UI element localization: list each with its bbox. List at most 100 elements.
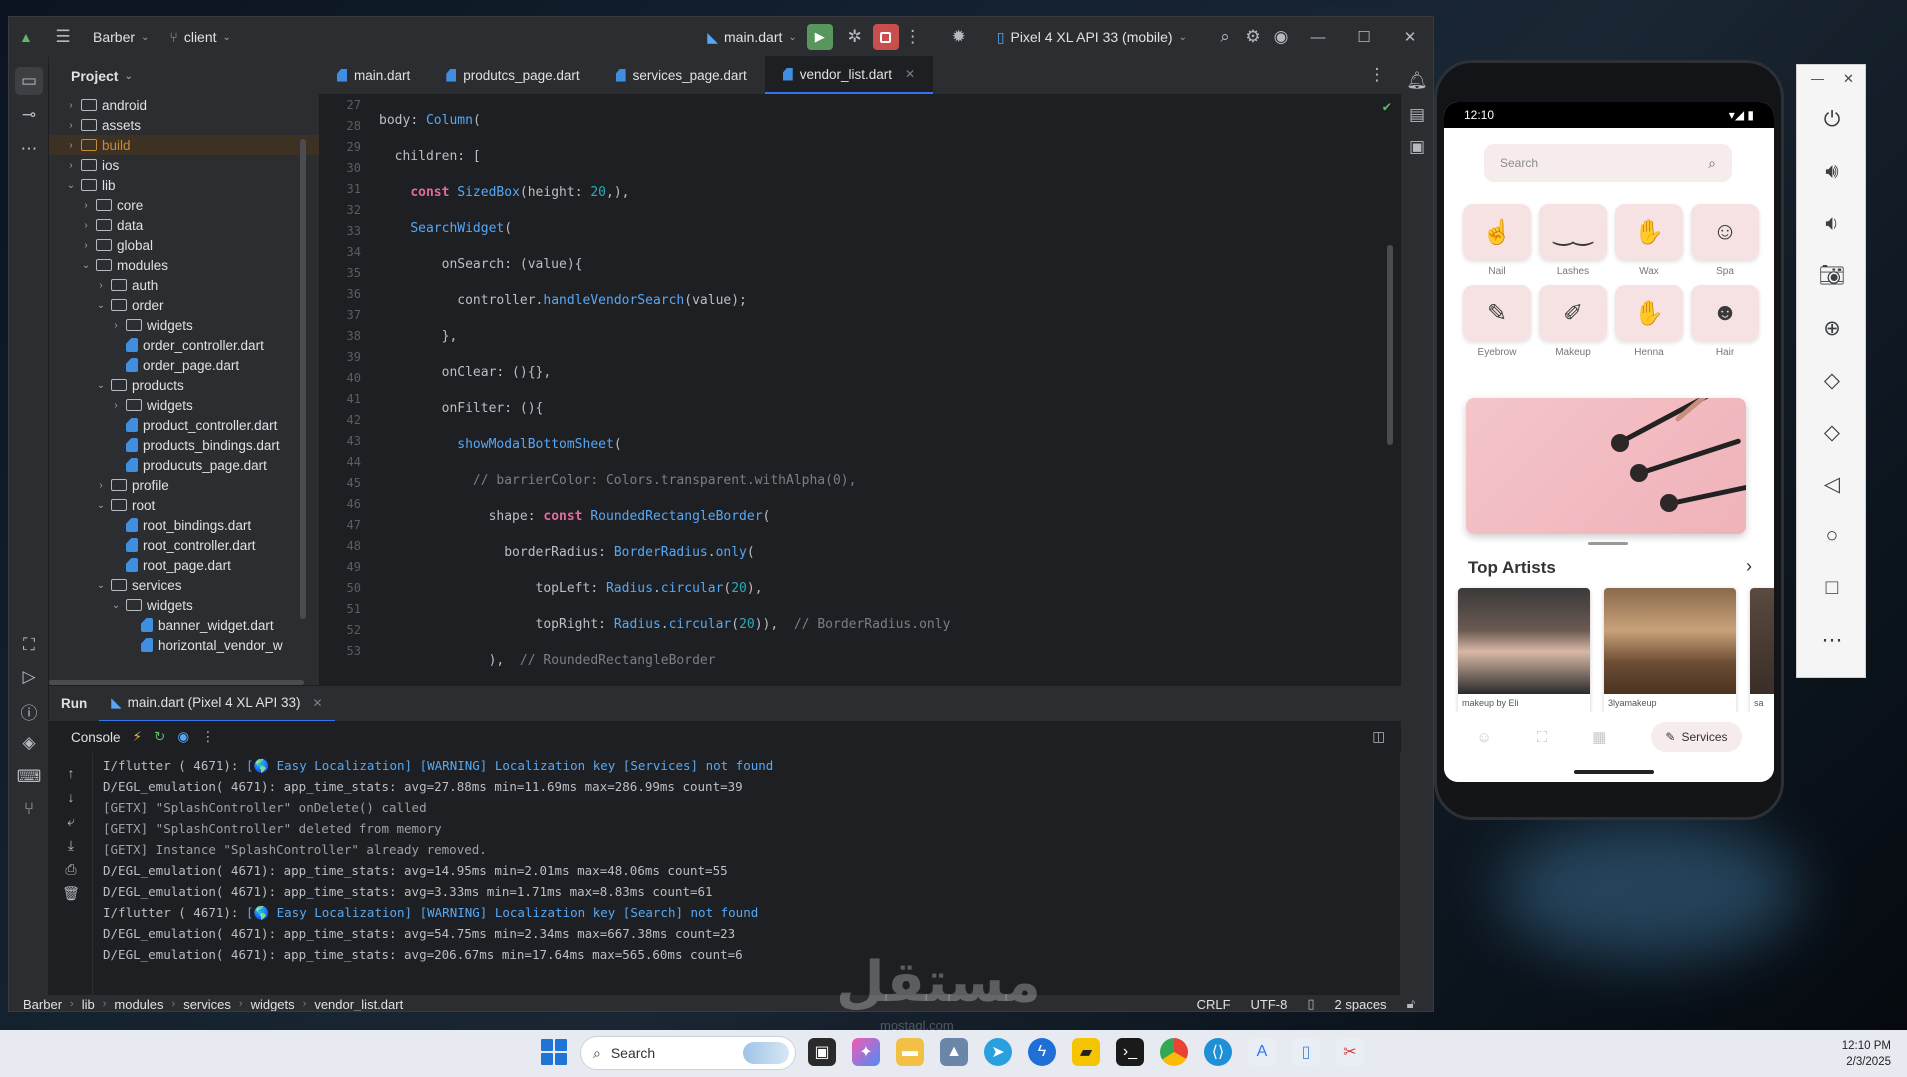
tree-item[interactable]: ⌄ products bbox=[49, 375, 319, 395]
category-item[interactable]: ✎ Eyebrow bbox=[1462, 285, 1532, 358]
debug-icon[interactable]: ✲ bbox=[841, 23, 869, 51]
chevron-right-icon[interactable]: › bbox=[64, 160, 78, 171]
artist-card[interactable]: 3lyamakeup bbox=[1604, 588, 1736, 716]
chevron-right-icon[interactable]: › bbox=[64, 120, 78, 131]
more-icon[interactable]: ⋮ bbox=[201, 729, 215, 745]
category-item[interactable]: ✐ Makeup bbox=[1538, 285, 1608, 358]
photos-icon[interactable]: ▲ bbox=[940, 1038, 968, 1066]
chevron-right-icon[interactable]: › bbox=[64, 140, 78, 151]
messenger-icon[interactable]: ϟ bbox=[1028, 1038, 1056, 1066]
git-icon[interactable]: ⑂ bbox=[15, 795, 43, 823]
tree-item[interactable]: ⌄ modules bbox=[49, 255, 319, 275]
volume-down-icon[interactable]: 🔉︎ bbox=[1817, 209, 1847, 239]
notifications-bell-icon[interactable]: 🔔︎ bbox=[1403, 67, 1431, 95]
device-manager-icon[interactable]: ▤ bbox=[1403, 101, 1431, 129]
editor-tab[interactable]: vendor_list.dart ✕ bbox=[764, 56, 934, 94]
project-panel-header[interactable]: Project ⌄ bbox=[49, 57, 319, 95]
tree-item[interactable]: › widgets bbox=[49, 315, 319, 335]
power-icon[interactable]: ⏻ bbox=[1817, 105, 1847, 135]
snipping-tool-icon[interactable]: ✂ bbox=[1336, 1038, 1364, 1066]
run-tab[interactable]: Run bbox=[49, 696, 99, 711]
category-item[interactable]: ☺ Spa bbox=[1690, 204, 1760, 277]
artist-card[interactable]: makeup by Eli bbox=[1458, 588, 1590, 716]
console-tab[interactable]: Console bbox=[71, 730, 121, 745]
tree-item[interactable]: ⌄ root bbox=[49, 495, 319, 515]
tree-item[interactable]: root_bindings.dart bbox=[49, 515, 319, 535]
vscode-icon[interactable]: ⟨⟩ bbox=[1204, 1038, 1232, 1066]
project-switcher[interactable]: Barber ⌄ bbox=[83, 17, 159, 57]
run-button[interactable]: ▶ bbox=[806, 24, 833, 50]
sticky-notes-icon[interactable]: ▰ bbox=[1072, 1038, 1100, 1066]
emulator-minimize-icon[interactable]: — bbox=[1811, 71, 1824, 86]
copilot-icon[interactable]: ✦ bbox=[852, 1038, 880, 1066]
editor-tab[interactable]: main.dart bbox=[319, 56, 428, 94]
project-folder-icon[interactable]: ▭ bbox=[15, 67, 43, 95]
chevron-down-icon[interactable]: ⌄ bbox=[64, 180, 78, 191]
breadcrumb-item[interactable]: Barber bbox=[23, 997, 62, 1012]
tree-item[interactable]: banner_widget.dart bbox=[49, 615, 319, 635]
close-tab-icon[interactable]: ✕ bbox=[905, 67, 915, 81]
tree-item[interactable]: order_controller.dart bbox=[49, 335, 319, 355]
android-studio-icon[interactable]: A bbox=[1248, 1038, 1276, 1066]
tree-item[interactable]: › auth bbox=[49, 275, 319, 295]
chevron-down-icon[interactable]: ⌄ bbox=[94, 380, 108, 391]
open-devtools-icon[interactable]: ◉ bbox=[177, 729, 189, 745]
chevron-right-icon[interactable]: › bbox=[79, 220, 93, 231]
services-nav-button[interactable]: ✎ Services bbox=[1651, 722, 1742, 752]
lock-icon[interactable]: 🔓︎ bbox=[1407, 996, 1415, 1011]
stop-button[interactable] bbox=[872, 24, 899, 50]
taskbar-search[interactable]: ⌕ Search bbox=[580, 1036, 796, 1070]
tab-options-icon[interactable]: ⋮ bbox=[1363, 61, 1391, 89]
tree-item[interactable]: order_page.dart bbox=[49, 355, 319, 375]
category-item[interactable]: ☻ Hair bbox=[1690, 285, 1760, 358]
tree-item[interactable]: › data bbox=[49, 215, 319, 235]
code-editor[interactable]: 27 28 29 30 31 32 33 34 35 36 37 38 39 40 41 42 43 44 45 46… bbox=[319, 95, 1401, 685]
file-explorer-icon[interactable]: ▬ bbox=[896, 1038, 924, 1066]
tree-item[interactable]: producuts_page.dart bbox=[49, 455, 319, 475]
category-item[interactable]: ☝ Nail bbox=[1462, 204, 1532, 277]
chevron-down-icon[interactable]: ⌄ bbox=[94, 300, 108, 311]
trash-icon[interactable]: 🗑︎ bbox=[57, 879, 85, 907]
more-actions-icon[interactable]: ⋮ bbox=[899, 23, 927, 51]
tree-item[interactable]: product_controller.dart bbox=[49, 415, 319, 435]
tree-item[interactable]: › widgets bbox=[49, 395, 319, 415]
chevron-right-icon[interactable]: › bbox=[79, 200, 93, 211]
running-devices-icon[interactable]: ▣ bbox=[1403, 133, 1431, 161]
tree-item[interactable]: root_controller.dart bbox=[49, 535, 319, 555]
search-input[interactable]: Search ⌕ bbox=[1484, 144, 1732, 182]
flutter-performance-icon[interactable]: ⛶ bbox=[15, 631, 43, 659]
breadcrumb-item[interactable]: widgets bbox=[251, 997, 295, 1012]
search-icon[interactable]: ⌕ bbox=[1211, 23, 1239, 51]
tree-scrollbar[interactable] bbox=[300, 139, 306, 619]
tree-item[interactable]: ⌄ widgets bbox=[49, 595, 319, 615]
rotate-right-icon[interactable]: ◇ bbox=[1817, 417, 1847, 447]
taskbar-clock[interactable]: 12:10 PM 2/3/2025 bbox=[1842, 1038, 1891, 1070]
telegram-icon[interactable]: ➤ bbox=[984, 1038, 1012, 1066]
indent-setting[interactable]: 2 spaces bbox=[1335, 997, 1387, 1012]
hot-reload-icon[interactable]: ⚡ bbox=[133, 729, 142, 745]
tree-item[interactable]: › assets bbox=[49, 115, 319, 135]
tree-item[interactable]: ⌄ order bbox=[49, 295, 319, 315]
tree-item[interactable]: ⌄ lib bbox=[49, 175, 319, 195]
chevron-right-icon[interactable]: › bbox=[64, 100, 78, 111]
volume-up-icon[interactable]: 🔊︎ bbox=[1817, 157, 1847, 187]
calendar-nav-icon[interactable]: ▦ bbox=[1592, 728, 1606, 746]
close-tab-icon[interactable]: ✕ bbox=[312, 696, 322, 710]
hot-restart-icon[interactable]: ↻ bbox=[154, 729, 165, 745]
tree-item[interactable]: products_bindings.dart bbox=[49, 435, 319, 455]
promo-banner[interactable] bbox=[1466, 398, 1746, 534]
chevron-down-icon[interactable]: ⌄ bbox=[79, 260, 93, 271]
tree-item[interactable]: › global bbox=[49, 235, 319, 255]
tree-item[interactable]: ⌄ services bbox=[49, 575, 319, 595]
chevron-right-icon[interactable]: › bbox=[94, 280, 108, 291]
layout-icon[interactable]: ◫ bbox=[1372, 729, 1385, 745]
editor-tab[interactable]: services_page.dart bbox=[598, 56, 765, 94]
camera-icon[interactable]: 📷︎ bbox=[1817, 261, 1847, 291]
phone-link-icon[interactable]: ▯ bbox=[1292, 1038, 1320, 1066]
chevron-down-icon[interactable]: ⌄ bbox=[109, 600, 123, 611]
vcs-branch[interactable]: ⑂ client ⌄ bbox=[159, 17, 240, 57]
main-menu-icon[interactable]: ☰ bbox=[43, 23, 83, 51]
chevron-right-icon[interactable]: › bbox=[109, 400, 123, 411]
maximize-icon[interactable]: ☐ bbox=[1341, 28, 1387, 46]
file-encoding[interactable]: UTF-8 bbox=[1251, 997, 1288, 1012]
